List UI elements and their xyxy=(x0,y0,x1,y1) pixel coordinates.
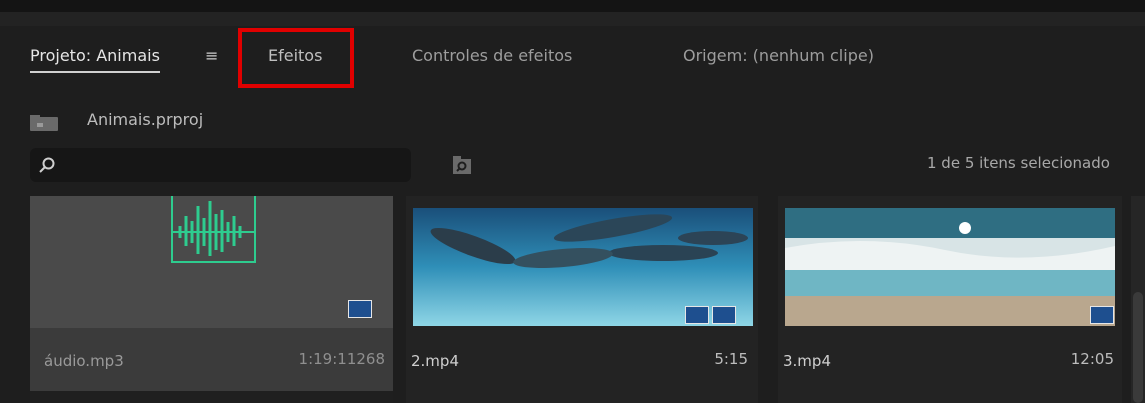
clip-card-video-3[interactable]: 3.mp4 12:05 xyxy=(778,196,1122,403)
project-file-name: Animais.prproj xyxy=(87,110,204,129)
clip-badges xyxy=(685,306,736,324)
card-divider xyxy=(30,391,393,403)
clip-badges xyxy=(348,300,372,318)
panel-tabs: Projeto: Animais ≡ Efeitos Controles de … xyxy=(0,26,1145,96)
audio-thumbnail xyxy=(30,196,393,328)
project-folder-icon xyxy=(30,115,58,131)
selection-count: 1 de 5 itens selecionado xyxy=(927,154,1110,172)
scrollbar-thumb[interactable] xyxy=(1133,292,1143,403)
tab-project-label: Projeto: Animais xyxy=(30,46,160,65)
panel-header-rule xyxy=(0,12,1145,26)
video-thumbnail-dolphins xyxy=(413,208,753,326)
clip-card-video-2[interactable]: 2.mp4 5:15 xyxy=(406,196,758,403)
clip-duration: 1:19:11268 xyxy=(298,350,385,368)
clip-name: 3.mp4 xyxy=(783,352,831,370)
find-in-bin-icon[interactable] xyxy=(451,154,473,176)
clip-name: 2.mp4 xyxy=(411,352,459,370)
clip-duration: 5:15 xyxy=(714,350,748,368)
search-input[interactable] xyxy=(64,154,398,178)
tab-source[interactable]: Origem: (nenhum clipe) xyxy=(683,46,874,65)
audio-badge-icon xyxy=(348,300,372,318)
video-badge-icon xyxy=(1090,306,1114,324)
search-box[interactable] xyxy=(30,148,411,182)
audio-badge-icon xyxy=(712,306,736,324)
beach-waves-image xyxy=(785,208,1115,326)
panel-menu-icon[interactable]: ≡ xyxy=(205,46,218,65)
video-thumbnail-waves xyxy=(785,208,1115,326)
search-icon xyxy=(39,157,55,173)
active-tab-underline xyxy=(30,71,160,73)
audio-waveform-icon xyxy=(171,196,256,263)
clip-duration: 12:05 xyxy=(1070,350,1114,368)
window-top-bar xyxy=(0,0,1145,12)
clip-name: áudio.mp3 xyxy=(44,352,124,370)
vertical-scrollbar[interactable] xyxy=(1131,196,1145,403)
tab-effect-controls[interactable]: Controles de efeitos xyxy=(412,46,572,65)
clip-card-audio[interactable]: áudio.mp3 1:19:11268 xyxy=(30,196,393,403)
tab-effects[interactable]: Efeitos xyxy=(268,46,322,65)
clip-badges xyxy=(1090,306,1114,324)
video-badge-icon xyxy=(685,306,709,324)
clip-grid: áudio.mp3 1:19:11268 2.mp4 5:15 3.mp4 12… xyxy=(0,196,1145,403)
tab-project[interactable]: Projeto: Animais xyxy=(30,46,160,73)
